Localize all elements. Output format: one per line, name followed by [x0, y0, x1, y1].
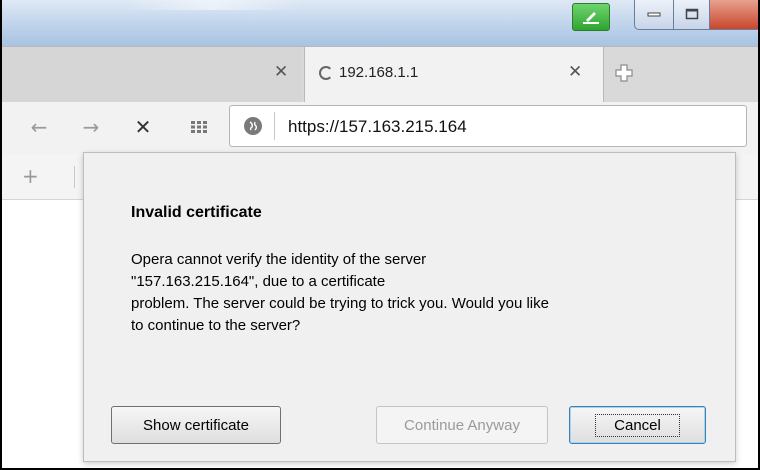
grid-icon [191, 121, 207, 133]
maximize-button[interactable] [674, 0, 710, 30]
back-arrow-icon[interactable]: ← [26, 114, 52, 140]
minimize-icon [647, 12, 661, 17]
show-certificate-button[interactable]: Show certificate [111, 406, 281, 444]
dialog-message-line: problem. The server could be trying to t… [131, 295, 549, 312]
opera-sync-badge[interactable] [572, 3, 610, 31]
minimize-button[interactable] [634, 0, 674, 30]
forward-arrow-icon[interactable]: → [78, 114, 104, 140]
address-bar[interactable]: https://157.163.215.164 [229, 105, 747, 147]
close-tab-icon[interactable]: ✕ [274, 62, 288, 82]
close-window-button[interactable] [710, 0, 760, 30]
window-titlebar [2, 0, 760, 46]
speed-dial-icon[interactable] [186, 114, 212, 140]
certificate-dialog: Invalid certificate Opera cannot verify … [83, 152, 736, 462]
address-url[interactable]: https://157.163.215.164 [288, 117, 467, 137]
stop-icon[interactable]: ✕ [130, 114, 156, 140]
dialog-message: Opera cannot verify the identity of the … [131, 249, 711, 337]
dialog-message-line: to continue to the server? [131, 317, 301, 334]
cancel-button-label: Cancel [595, 413, 680, 437]
pencil-icon [583, 12, 599, 24]
titlebar-shine [122, 0, 302, 10]
window-border-left [0, 0, 2, 470]
dialog-title: Invalid certificate [131, 204, 262, 221]
tab-inactive[interactable]: ✕ [2, 47, 302, 103]
page-content [2, 200, 82, 468]
address-separator [274, 112, 275, 140]
dialog-message-line: Opera cannot verify the identity of the … [131, 251, 427, 268]
globe-icon[interactable] [244, 117, 262, 135]
window-controls [634, 0, 760, 32]
globe-shape [249, 121, 258, 131]
continue-anyway-button[interactable]: Continue Anyway [376, 406, 548, 444]
maximize-icon [685, 8, 698, 20]
cancel-button[interactable]: Cancel [569, 406, 706, 444]
dialog-message-line: "157.163.215.164", due to a certificate [131, 273, 386, 290]
tab-title: 192.168.1.1 [339, 64, 419, 81]
new-tab-button[interactable] [612, 61, 636, 85]
bookmarks-separator [74, 166, 75, 188]
add-bookmark-icon[interactable]: + [22, 164, 39, 188]
tab-active[interactable]: 192.168.1.1 ✕ [304, 47, 604, 103]
loading-spinner-icon [319, 66, 333, 80]
new-tab-icon [615, 64, 633, 82]
navigation-bar: ← → ✕ https://157.163.215.164 [2, 102, 758, 154]
tab-strip: ✕ 192.168.1.1 ✕ [2, 46, 758, 103]
close-tab-icon[interactable]: ✕ [568, 62, 582, 82]
